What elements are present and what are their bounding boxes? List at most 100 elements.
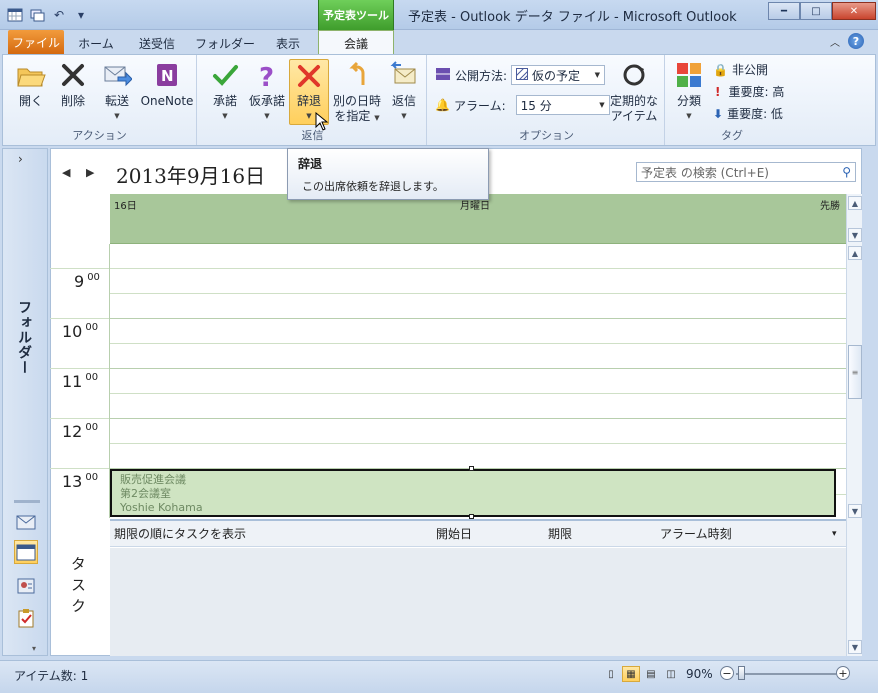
window-title: 予定表 - Outlook データ ファイル - Microsoft Outlo…	[408, 10, 737, 25]
calendar-search-input[interactable]: 予定表 の検索 (Ctrl+E) ⚲	[636, 162, 856, 182]
checkmark-icon	[209, 59, 241, 91]
folder-pane-label[interactable]: フォルダー	[14, 300, 34, 375]
view-buttons: ▯ ▦ ▤ ◫	[602, 666, 680, 682]
scroll-up-button[interactable]: ▲	[848, 196, 862, 210]
private-button[interactable]: 🔒 非公開	[713, 61, 768, 78]
normal-view-icon[interactable]: ▯	[602, 666, 620, 682]
hour-number: 11	[62, 372, 83, 391]
tasks-icon[interactable]	[14, 606, 38, 630]
dropdown-arrow-icon: ▼	[401, 112, 407, 120]
zoom-in-button[interactable]: +	[836, 666, 850, 680]
tentative-button[interactable]: ? 仮承諾 ▼	[247, 59, 287, 124]
calendar-scrollbar[interactable]	[846, 194, 862, 656]
low-importance-button[interactable]: ⬇ 重要度: 低	[713, 105, 783, 122]
mail-icon[interactable]	[14, 510, 38, 534]
expand-nav-pane-button[interactable]: ›	[18, 152, 23, 166]
customize-qat-icon[interactable]: ▾	[72, 6, 90, 24]
calendar-view-icon[interactable]: ▦	[622, 666, 640, 682]
group-actions-label: アクション	[72, 129, 127, 142]
task-col-due[interactable]: 期限	[548, 525, 660, 542]
maximize-button[interactable]: □	[800, 2, 832, 20]
tab-file[interactable]: ファイル	[8, 30, 64, 54]
question-mark-icon: ?	[251, 59, 283, 91]
search-icon: ⚲	[842, 165, 851, 179]
reading-view-icon[interactable]: ◫	[662, 666, 680, 682]
undo-icon[interactable]: ↶	[50, 6, 68, 24]
show-as-select[interactable]: 仮の予定 ▼	[511, 65, 606, 85]
delete-button[interactable]: 削除	[53, 59, 93, 109]
minimize-button[interactable]: ━	[768, 2, 800, 20]
minimize-ribbon-icon[interactable]: ︿	[830, 34, 840, 49]
propose-new-time-button[interactable]: 別の日時 を指定 ▼	[331, 59, 383, 126]
high-importance-label: 重要度: 高	[728, 85, 785, 99]
appointment-block[interactable]: 販売促進会議 第2会議室 Yoshie Kohama	[110, 469, 836, 517]
window-controls: ━ □ ✕	[768, 2, 876, 20]
dropdown-arrow-icon: ▼	[599, 101, 605, 109]
app-icon[interactable]	[6, 6, 24, 24]
zoom-slider-track[interactable]	[736, 673, 836, 675]
ribbon: 開く 削除 転送 ▼ N OneNote アクション 承諾 ▼ ? 仮承諾 ▼ …	[2, 54, 876, 146]
tab-home[interactable]: ホーム	[72, 33, 120, 53]
scrollbar-thumb[interactable]: ≡	[848, 345, 862, 399]
tab-folder[interactable]: フォルダー	[194, 33, 256, 53]
task-col-start[interactable]: 開始日	[436, 525, 548, 542]
tab-view[interactable]: 表示	[266, 33, 310, 53]
list-view-icon[interactable]: ▤	[642, 666, 660, 682]
quick-access-toolbar: ↶ ▾	[6, 5, 90, 25]
help-icon[interactable]: ?	[848, 33, 864, 49]
onenote-icon: N	[151, 59, 183, 91]
tab-meeting[interactable]: 会議	[318, 30, 394, 55]
task-col-reminder[interactable]: アラーム時刻	[660, 525, 832, 542]
appointment-subject: 販売促進会議	[120, 473, 186, 486]
lock-icon: 🔒	[713, 62, 728, 77]
categorize-button[interactable]: 分類 ▼	[671, 59, 707, 124]
recurrence-button[interactable]: 定期的な アイテム	[607, 59, 661, 124]
scroll-up-button[interactable]: ▲	[848, 246, 862, 260]
tooltip-title: 辞退	[298, 157, 323, 171]
scroll-down-button[interactable]: ▼	[848, 228, 862, 242]
zoom-level[interactable]: 90%	[686, 667, 713, 681]
hour-label-12: 12 00	[62, 422, 104, 441]
calendar-icon[interactable]	[14, 540, 38, 564]
task-list-header: 期限の順にタスクを表示 開始日 期限 アラーム時刻 ▾	[110, 519, 846, 547]
contacts-icon[interactable]	[14, 574, 38, 598]
close-button[interactable]: ✕	[832, 2, 876, 20]
time-separator	[50, 368, 109, 369]
configure-buttons-icon[interactable]: ▾	[32, 644, 36, 653]
chevron-down-icon[interactable]: ▾	[832, 529, 837, 539]
hour-line	[110, 368, 846, 369]
hour-label-11: 11 00	[62, 372, 104, 391]
high-importance-button[interactable]: ! 重要度: 高	[715, 83, 784, 100]
zoom-slider-thumb[interactable]	[738, 666, 745, 680]
task-scroll-down-button[interactable]: ▼	[848, 640, 862, 654]
appointment-organizer: Yoshie Kohama	[120, 501, 203, 514]
categorize-icon	[673, 59, 705, 91]
group-actions: 開く 削除 転送 ▼ N OneNote アクション	[3, 55, 197, 145]
onenote-button[interactable]: N OneNote	[139, 59, 195, 109]
low-importance-label: 重要度: 低	[727, 107, 783, 121]
next-day-button[interactable]: ▶	[86, 166, 94, 179]
tab-send-receive[interactable]: 送受信	[130, 33, 184, 53]
hour-minutes: 00	[85, 322, 99, 333]
half-hour-line	[110, 443, 846, 444]
accept-button[interactable]: 承諾 ▼	[205, 59, 245, 124]
hour-number: 10	[62, 322, 83, 341]
previous-day-button[interactable]: ◀	[62, 166, 70, 179]
task-sort-label[interactable]: 期限の順にタスクを表示	[110, 525, 436, 542]
group-tags-label: タグ	[721, 129, 743, 142]
send-receive-icon[interactable]	[28, 6, 46, 24]
search-placeholder: 予定表 の検索 (Ctrl+E)	[641, 165, 769, 180]
reminder-select[interactable]: 15 分 ▼	[515, 95, 610, 115]
half-hour-line	[110, 293, 846, 294]
resize-handle-top[interactable]	[469, 466, 474, 471]
nav-splitter[interactable]	[14, 500, 40, 503]
svg-text:N: N	[161, 67, 174, 85]
hour-line	[110, 418, 846, 419]
decline-label: 辞退	[296, 94, 321, 108]
scroll-down-button[interactable]: ▼	[848, 504, 862, 518]
reply-button[interactable]: 返信 ▼	[385, 59, 423, 124]
forward-button[interactable]: 転送 ▼	[97, 59, 137, 124]
open-button[interactable]: 開く	[11, 59, 51, 109]
zoom-out-button[interactable]: −	[720, 666, 734, 680]
show-as-row: 公開方法: 仮の予定 ▼	[435, 65, 606, 85]
